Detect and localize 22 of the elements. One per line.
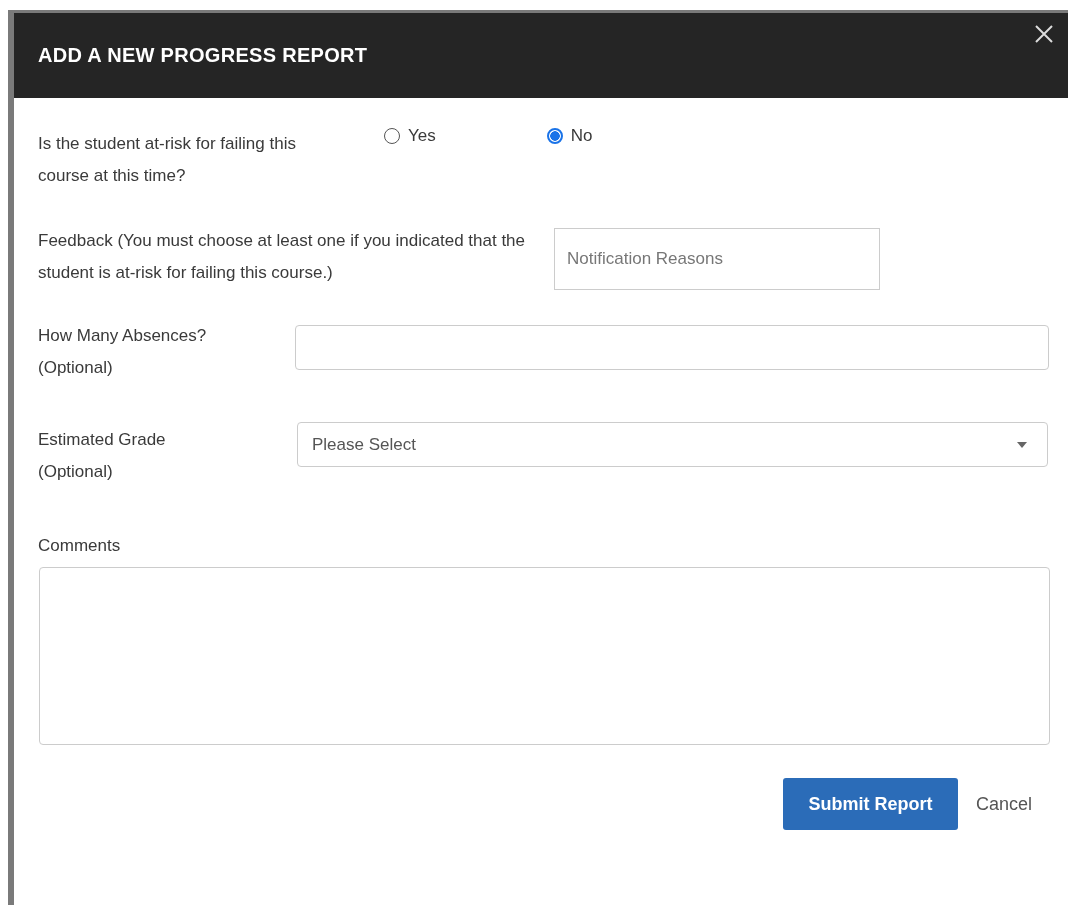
grade-label: Estimated Grade xyxy=(38,429,167,451)
caret-icon xyxy=(1017,441,1027,448)
dialog-title: ADD A NEW PROGRESS REPORT xyxy=(38,44,368,67)
submit-button[interactable]: Submit Report xyxy=(782,778,958,830)
notification-reasons-field[interactable]: Notification Reasons xyxy=(554,228,880,290)
feedback-label: Feedback (You must choose at least one if you indicated that the student is at-risk for failing this course.) xyxy=(38,230,526,284)
radio-option[interactable]: Yes xyxy=(384,124,436,148)
comments-label: Comments xyxy=(38,535,122,557)
close-icon[interactable] xyxy=(1034,23,1054,44)
radio-option[interactable]: No xyxy=(546,124,593,148)
optional-note: (Optional) xyxy=(38,461,114,483)
grade-select[interactable]: Please Select xyxy=(297,422,1048,467)
radio-button[interactable] xyxy=(546,128,563,144)
radio-button[interactable] xyxy=(384,128,400,144)
comments-field[interactable] xyxy=(39,567,1050,745)
radio-label: Yes xyxy=(408,126,436,146)
cancel-link[interactable]: Cancel xyxy=(975,793,1032,815)
absences-field[interactable] xyxy=(294,325,1049,370)
absences-label: How Many Absences? xyxy=(38,325,208,347)
radio-label: No xyxy=(570,126,593,146)
question-label: Is the student at-risk for failing this course at this time? xyxy=(38,133,297,187)
optional-note: (Optional) xyxy=(38,357,114,379)
